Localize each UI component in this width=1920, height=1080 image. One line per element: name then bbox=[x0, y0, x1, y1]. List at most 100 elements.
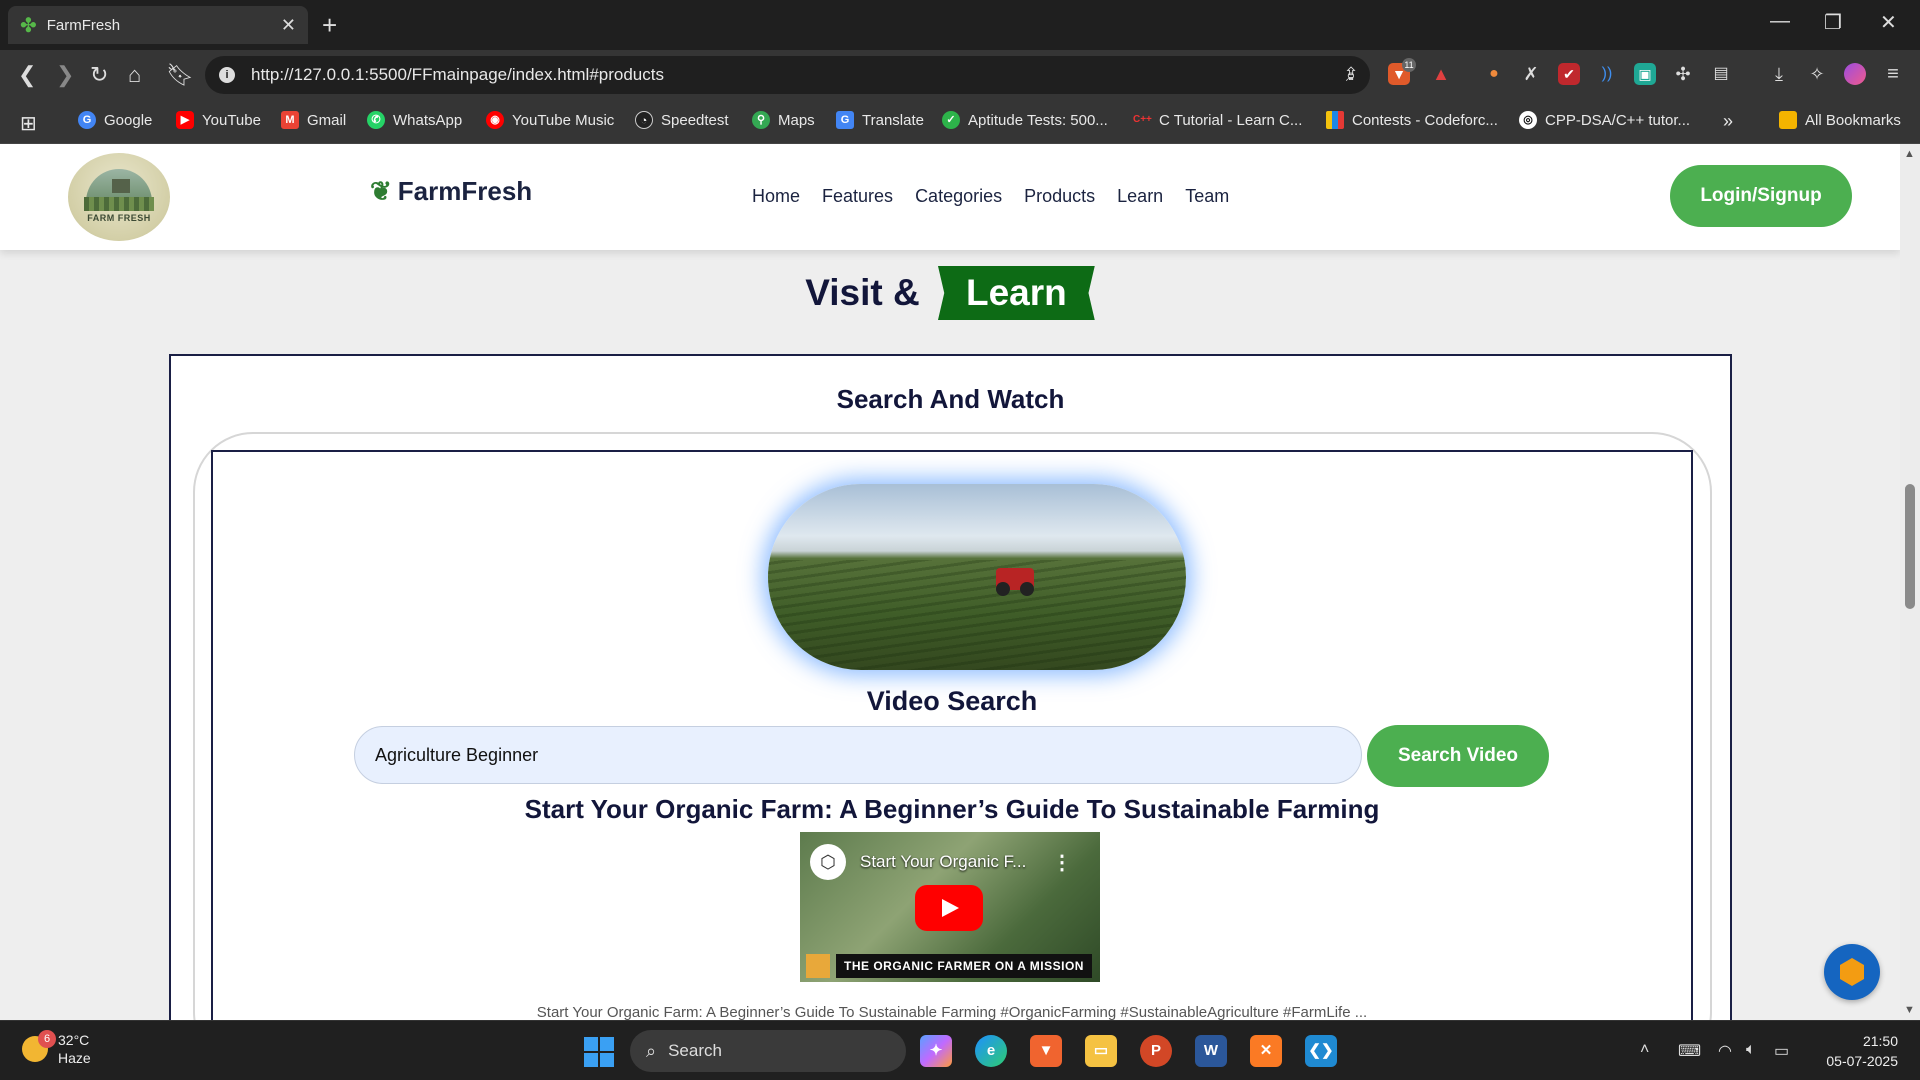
video-result-title[interactable]: Start Your Organic Farm: A Beginner’s Gu… bbox=[213, 794, 1691, 825]
copilot-icon[interactable]: ✦ bbox=[920, 1035, 952, 1067]
video-player[interactable]: ⬡ Start Your Organic F... ⋮ THE ORGANIC … bbox=[800, 832, 1100, 982]
scrollbar-thumb[interactable] bbox=[1905, 484, 1915, 609]
login-signup-button[interactable]: Login/Signup bbox=[1670, 165, 1852, 227]
battery-icon[interactable]: ▭ bbox=[1774, 1041, 1789, 1061]
more-bookmarks-icon[interactable]: » bbox=[1723, 111, 1733, 132]
brave-rewards-icon[interactable]: ▲ bbox=[1430, 63, 1452, 85]
close-window-icon[interactable]: ✕ bbox=[1880, 10, 1897, 35]
video-search-input[interactable] bbox=[354, 726, 1362, 784]
sprout-icon: ❦ bbox=[370, 176, 392, 206]
nav-home[interactable]: Home bbox=[752, 186, 800, 207]
new-tab-icon[interactable]: + bbox=[322, 10, 337, 41]
extension-x-icon[interactable]: ✗ bbox=[1520, 63, 1542, 85]
google-icon: G bbox=[78, 111, 96, 129]
search-video-button[interactable]: Search Video bbox=[1367, 725, 1549, 787]
restore-icon[interactable]: ❐ bbox=[1824, 10, 1842, 35]
tray-overflow-icon[interactable]: ˄ bbox=[1640, 1041, 1649, 1059]
extensions-puzzle-icon[interactable]: ✣ bbox=[1672, 63, 1694, 85]
video-thumb-title[interactable]: Start Your Organic F... bbox=[860, 852, 1026, 872]
volume-icon[interactable]: 🔈︎ bbox=[1746, 1041, 1756, 1059]
logo-text: FARM FRESH bbox=[87, 213, 151, 223]
extension-wave-icon[interactable]: )) bbox=[1596, 63, 1618, 85]
share-icon[interactable]: ⇪ bbox=[1340, 63, 1362, 85]
reader-icon[interactable]: ▤ bbox=[1710, 63, 1732, 85]
address-bar[interactable]: i http://127.0.0.1:5500/FFmainpage/index… bbox=[205, 56, 1370, 94]
menu-icon[interactable]: ≡ bbox=[1882, 63, 1904, 85]
reload-icon[interactable]: ↻ bbox=[90, 62, 108, 88]
file-explorer-icon[interactable]: ▭ bbox=[1085, 1035, 1117, 1067]
scroll-up-icon[interactable]: ▲ bbox=[1904, 148, 1915, 160]
bookmark-codeforces[interactable]: Contests - Codeforc... bbox=[1326, 111, 1498, 129]
clock-time: 21:50 bbox=[1862, 1033, 1898, 1049]
powerpoint-icon[interactable]: P bbox=[1140, 1035, 1172, 1067]
nav-categories[interactable]: Categories bbox=[915, 186, 1002, 207]
taskbar-clock[interactable]: 21:50 05-07-2025 bbox=[1818, 1031, 1898, 1071]
bookmark-github[interactable]: ◎ CPP-DSA/C++ tutor... bbox=[1519, 111, 1690, 129]
leo-ai-icon[interactable]: ✧ bbox=[1806, 63, 1828, 85]
taskbar-search[interactable]: ⌕ Search bbox=[630, 1030, 906, 1072]
bookmark-youtube[interactable]: ▶ YouTube bbox=[176, 111, 261, 129]
channel-icon[interactable]: ⬡ bbox=[810, 844, 846, 880]
site-header: FARM FRESH ❦ FarmFresh Home Features Cat… bbox=[0, 144, 1900, 250]
nav-products[interactable]: Products bbox=[1024, 186, 1095, 207]
tractor-field-image bbox=[768, 484, 1186, 670]
site-info-icon[interactable]: i bbox=[219, 67, 235, 83]
word-icon[interactable]: W bbox=[1195, 1035, 1227, 1067]
bookmark-aptitude[interactable]: ✓ Aptitude Tests: 500... bbox=[942, 111, 1108, 129]
download-icon[interactable]: ⤓ bbox=[1768, 63, 1790, 85]
nav-features[interactable]: Features bbox=[822, 186, 893, 207]
windows-start-icon[interactable] bbox=[584, 1037, 614, 1067]
shield-count-badge: 11 bbox=[1402, 58, 1416, 72]
maps-icon: ⚲ bbox=[752, 111, 770, 129]
play-icon[interactable] bbox=[915, 885, 983, 931]
translate-icon: G bbox=[836, 111, 854, 129]
bookmark-youtube-music[interactable]: ◉ YouTube Music bbox=[486, 111, 614, 129]
floating-cube-button[interactable] bbox=[1824, 944, 1880, 1000]
check-circle-icon: ✓ bbox=[942, 111, 960, 129]
bookmark-translate[interactable]: G Translate bbox=[836, 111, 924, 129]
minimize-icon[interactable]: — bbox=[1770, 10, 1790, 33]
tab-title: FarmFresh bbox=[46, 16, 121, 34]
haze-sun-icon: 6 bbox=[22, 1030, 56, 1062]
video-banner-text: THE ORGANIC FARMER ON A MISSION bbox=[836, 954, 1092, 978]
back-icon[interactable]: ❮ bbox=[18, 62, 36, 88]
weather-badge: 6 bbox=[38, 1030, 56, 1048]
bookmark-c-tutorial[interactable]: C++ C Tutorial - Learn C... bbox=[1133, 111, 1302, 129]
bookmark-gmail[interactable]: M Gmail bbox=[281, 111, 346, 129]
extension-red-icon[interactable]: ✔ bbox=[1558, 63, 1580, 85]
edge-icon[interactable]: e bbox=[975, 1035, 1007, 1067]
weather-widget[interactable]: 6 32°C Haze bbox=[22, 1030, 91, 1067]
extension-teal-icon[interactable]: ▣ bbox=[1634, 63, 1656, 85]
bookmark-icon[interactable]: 🔖︎ bbox=[166, 62, 194, 88]
close-tab-icon[interactable]: ✕ bbox=[281, 15, 296, 36]
nav-team[interactable]: Team bbox=[1185, 186, 1229, 207]
profile-avatar[interactable] bbox=[1844, 63, 1866, 85]
home-icon[interactable]: ⌂ bbox=[128, 62, 141, 88]
brave-icon[interactable]: ▼ bbox=[1030, 1035, 1062, 1067]
page-scrollbar[interactable]: ▲ ▼ bbox=[1900, 144, 1920, 1020]
browser-tab[interactable]: ✤ FarmFresh ✕ bbox=[8, 6, 308, 44]
farm-fresh-logo[interactable]: FARM FRESH bbox=[68, 153, 170, 241]
c-plus-icon: C++ bbox=[1133, 114, 1152, 125]
vscode-icon[interactable]: ❮❯ bbox=[1305, 1035, 1337, 1067]
apps-grid-icon[interactable]: ⊞ bbox=[20, 111, 37, 136]
xampp-icon[interactable]: ✕ bbox=[1250, 1035, 1282, 1067]
brand-name[interactable]: ❦ FarmFresh bbox=[370, 176, 532, 207]
wifi-icon[interactable]: ◠ bbox=[1718, 1041, 1732, 1061]
bookmark-speedtest[interactable]: ◔ Speedtest bbox=[635, 111, 729, 129]
gmail-icon: M bbox=[281, 111, 299, 129]
all-bookmarks[interactable]: All Bookmarks bbox=[1779, 111, 1901, 129]
bookmark-google[interactable]: G Google bbox=[78, 111, 152, 129]
url-text: http://127.0.0.1:5500/FFmainpage/index.h… bbox=[251, 65, 664, 84]
channel-badge-icon bbox=[806, 954, 830, 978]
bookmark-maps[interactable]: ⚲ Maps bbox=[752, 111, 815, 129]
keyboard-icon[interactable]: ⌨ bbox=[1678, 1041, 1701, 1061]
nav-learn[interactable]: Learn bbox=[1117, 186, 1163, 207]
forward-icon[interactable]: ❯ bbox=[56, 62, 74, 88]
extension-orange-icon[interactable]: ● bbox=[1483, 63, 1505, 85]
scroll-down-icon[interactable]: ▼ bbox=[1904, 1004, 1915, 1016]
bookmark-whatsapp[interactable]: ✆ WhatsApp bbox=[367, 111, 462, 129]
panel-title: Search And Watch bbox=[836, 384, 1065, 414]
video-description: Start Your Organic Farm: A Beginner’s Gu… bbox=[536, 1004, 1368, 1020]
more-options-icon[interactable]: ⋮ bbox=[1052, 850, 1072, 875]
